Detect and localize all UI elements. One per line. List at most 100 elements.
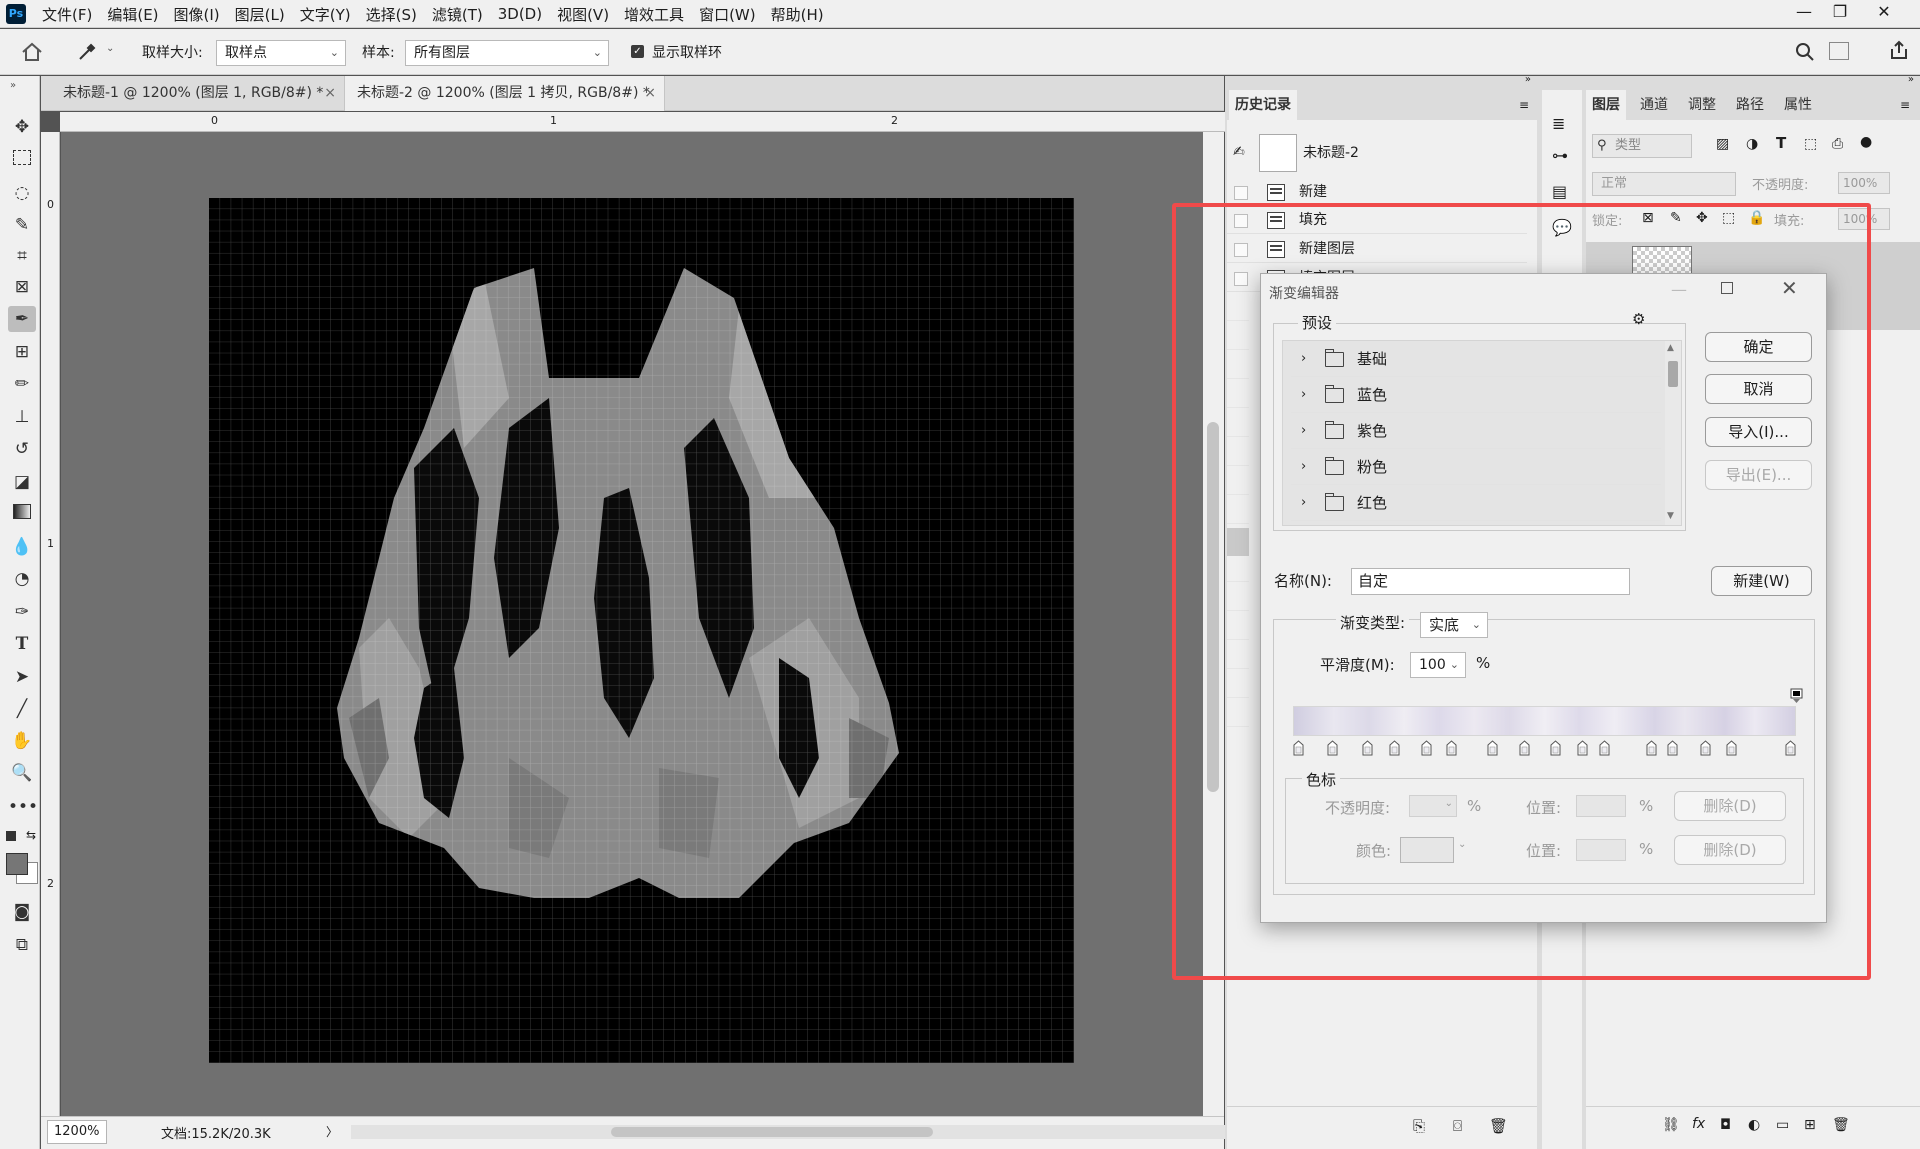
- foreground-color-swatch[interactable]: [6, 853, 28, 875]
- color-stop-marker[interactable]: [1293, 740, 1304, 756]
- collapse-panel-icon[interactable]: »: [1525, 74, 1531, 85]
- eraser-tool-icon[interactable]: ◪: [8, 469, 36, 495]
- menu-image[interactable]: 图像(I): [174, 4, 220, 25]
- horizontal-scrollbar[interactable]: [351, 1125, 1231, 1139]
- menu-view[interactable]: 视图(V): [557, 4, 609, 25]
- type-tool-icon[interactable]: T: [8, 631, 36, 657]
- tab-paths[interactable]: 路径: [1730, 90, 1770, 120]
- tab-document-2[interactable]: 未标题-2 @ 1200% (图层 1 拷贝, RGB/8#) * ×: [345, 76, 665, 111]
- line-tool-icon[interactable]: ╱: [8, 696, 36, 722]
- menu-layer[interactable]: 图层(L): [235, 4, 285, 25]
- tab-channels[interactable]: 通道: [1634, 90, 1674, 120]
- gradient-type-select[interactable]: 实底 ⌄: [1420, 612, 1488, 638]
- color-stops-track[interactable]: [1293, 740, 1796, 758]
- preset-folder-purple[interactable]: › 紫色: [1291, 413, 1661, 449]
- minimize-icon[interactable]: —: [1786, 0, 1822, 26]
- presets-scrollbar[interactable]: ▲ ▼: [1665, 341, 1681, 525]
- history-snapshot[interactable]: ✍ 未标题-2: [1227, 132, 1527, 172]
- tab-history[interactable]: 历史记录: [1229, 90, 1297, 120]
- close-dialog-icon[interactable]: ✕: [1781, 276, 1798, 300]
- pen-tool-icon[interactable]: ✑: [8, 599, 36, 625]
- preset-folder-basic[interactable]: › 基础: [1291, 341, 1661, 377]
- lock-pixels-icon[interactable]: ⊠: [1642, 210, 1654, 226]
- quick-select-tool-icon[interactable]: ✎: [8, 212, 36, 238]
- menu-window[interactable]: 窗口(W): [699, 4, 756, 25]
- chevron-right-icon[interactable]: ›: [1301, 377, 1306, 413]
- color-stop-marker[interactable]: [1646, 740, 1657, 756]
- status-menu-arrow[interactable]: 〉: [326, 1123, 338, 1140]
- history-item[interactable]: 新建: [1227, 178, 1527, 206]
- scroll-down-icon[interactable]: ▼: [1667, 511, 1674, 521]
- fill-field[interactable]: 100%: [1838, 208, 1890, 230]
- zoom-level-field[interactable]: 1200%: [47, 1120, 107, 1144]
- color-stop-marker[interactable]: [1362, 740, 1373, 756]
- link-layers-icon[interactable]: ⛓: [1662, 1117, 1680, 1133]
- blur-tool-icon[interactable]: 💧: [8, 534, 36, 560]
- panel-menu-icon[interactable]: ≡: [1900, 98, 1910, 112]
- more-tools-icon[interactable]: •••: [8, 794, 38, 820]
- color-stop-marker[interactable]: [1577, 740, 1588, 756]
- brush-settings-icon[interactable]: ≣: [1552, 114, 1565, 133]
- new-gradient-button[interactable]: 新建(W): [1711, 566, 1812, 596]
- frame-tool-icon[interactable]: ⊠: [8, 274, 36, 300]
- maximize-icon[interactable]: [1721, 282, 1733, 294]
- cancel-button[interactable]: 取消: [1705, 374, 1812, 404]
- history-brush-tool-icon[interactable]: ↺: [8, 436, 36, 462]
- history-item[interactable]: 新建图层: [1227, 235, 1527, 263]
- color-stop-marker[interactable]: [1389, 740, 1400, 756]
- adjustment-layer-icon[interactable]: ◐: [1748, 1117, 1760, 1133]
- clone-source-icon[interactable]: ▤: [1552, 182, 1567, 201]
- canvas-area[interactable]: [61, 132, 1203, 1116]
- scroll-up-icon[interactable]: ▲: [1667, 343, 1674, 353]
- menu-plugins[interactable]: 增效工具: [624, 4, 684, 25]
- lock-all-icon[interactable]: 🔒: [1748, 210, 1765, 226]
- menu-filter[interactable]: 滤镜(T): [432, 4, 483, 25]
- lock-artboard-icon[interactable]: ⬚: [1722, 210, 1735, 226]
- scroll-thumb[interactable]: [1207, 422, 1219, 792]
- gear-icon[interactable]: ⚙: [1632, 310, 1645, 328]
- share-icon[interactable]: [1888, 39, 1910, 61]
- gradient-name-input[interactable]: 自定: [1351, 568, 1630, 595]
- home-icon[interactable]: [20, 41, 44, 63]
- crop-tool-icon[interactable]: ⌗: [8, 243, 36, 269]
- tab-layers[interactable]: 图层: [1586, 90, 1626, 120]
- workspace-icon[interactable]: [1829, 42, 1849, 60]
- sample-select[interactable]: 所有图层 ⌄: [405, 40, 609, 66]
- chevron-right-icon[interactable]: ›: [1301, 341, 1306, 377]
- panel-menu-icon[interactable]: ≡: [1519, 98, 1529, 112]
- menu-help[interactable]: 帮助(H): [771, 4, 824, 25]
- collapse-toolbar-icon[interactable]: »: [10, 80, 16, 91]
- move-tool-icon[interactable]: ✥: [8, 114, 36, 140]
- collapse-panel-icon[interactable]: »: [1908, 74, 1914, 85]
- color-stop-marker[interactable]: [1550, 740, 1561, 756]
- opacity-field[interactable]: 100%: [1838, 172, 1890, 194]
- filter-smart-object-icon[interactable]: ⎙: [1832, 136, 1843, 152]
- path-select-tool-icon[interactable]: ➤: [8, 664, 36, 690]
- lock-paint-icon[interactable]: ✎: [1670, 210, 1682, 226]
- filter-adjustment-icon[interactable]: ◑: [1746, 136, 1758, 152]
- group-folder-icon[interactable]: ▭: [1776, 1117, 1789, 1133]
- zoom-tool-icon[interactable]: 🔍: [8, 760, 36, 786]
- color-stop-marker[interactable]: [1327, 740, 1338, 756]
- color-stop-marker[interactable]: [1667, 740, 1678, 756]
- smoothness-input[interactable]: 100 ⌄: [1410, 652, 1466, 678]
- filter-pixel-icon[interactable]: ▨: [1716, 136, 1729, 152]
- gradient-tool-icon[interactable]: [8, 501, 36, 527]
- chevron-right-icon[interactable]: ›: [1301, 413, 1306, 449]
- color-stop-marker[interactable]: [1487, 740, 1498, 756]
- default-colors-icon[interactable]: [6, 831, 16, 841]
- healing-tool-icon[interactable]: ⊞: [8, 339, 36, 365]
- tab-document-1[interactable]: 未标题-1 @ 1200% (图层 1, RGB/8#) * ×: [51, 76, 345, 111]
- menu-edit[interactable]: 编辑(E): [107, 4, 158, 25]
- scroll-thumb[interactable]: [611, 1127, 933, 1137]
- opacity-stop-marker[interactable]: [1790, 688, 1803, 704]
- blend-mode-select[interactable]: 正常: [1592, 172, 1736, 196]
- filter-toggle-icon[interactable]: ●: [1860, 134, 1872, 150]
- close-tab-icon[interactable]: ×: [324, 76, 336, 110]
- hand-tool-icon[interactable]: ✋: [8, 728, 36, 754]
- quick-mask-icon[interactable]: ◙: [8, 899, 36, 925]
- preset-folder-blue[interactable]: › 蓝色: [1291, 377, 1661, 413]
- filter-shape-icon[interactable]: ⬚: [1804, 136, 1817, 152]
- scroll-thumb[interactable]: [1668, 361, 1678, 387]
- history-item[interactable]: 填充: [1227, 206, 1527, 234]
